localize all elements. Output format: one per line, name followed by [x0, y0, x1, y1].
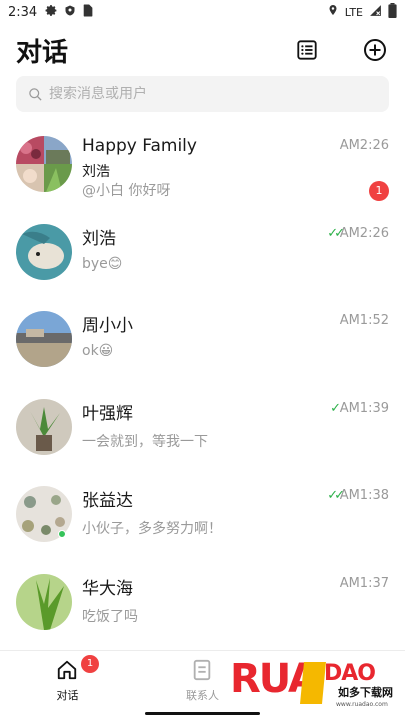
avatar: [16, 573, 72, 630]
chat-time: AM2:26: [339, 225, 389, 241]
page-header: 对话: [0, 28, 405, 72]
chat-name: 叶强辉: [82, 403, 133, 424]
chat-item-huadahai[interactable]: 华大海 吃饭了吗 AM1:37: [0, 560, 405, 648]
search-input[interactable]: [49, 86, 349, 102]
avatar: [16, 223, 72, 280]
contacts-list-button[interactable]: [293, 36, 321, 64]
group-avatar: [16, 136, 72, 192]
svg-text:DAO: DAO: [324, 661, 375, 686]
chat-time: AM2:26: [339, 138, 389, 153]
chat-last-message: 吃饭了吗: [82, 608, 138, 625]
location-icon: [327, 3, 339, 21]
avatar: [16, 398, 72, 455]
tab-label: 对话: [56, 689, 79, 702]
status-time: 2:34: [8, 4, 38, 20]
chat-time: AM1:39: [339, 400, 389, 416]
tab-conversations[interactable]: 1 对话: [0, 651, 135, 706]
search-icon: [29, 87, 42, 101]
chat-time: AM1:38: [339, 488, 389, 503]
chat-item-zhouxiaoxiao[interactable]: 周小小 ok😀 AM1:52: [0, 297, 405, 385]
home-indicator[interactable]: [145, 712, 260, 715]
chat-name: 周小小: [82, 316, 133, 336]
chat-time: AM1:52: [339, 313, 389, 328]
chat-name: 刘浩: [82, 228, 116, 249]
watermark-logo: RUA DAO 如多下载网 www.ruadao.com: [226, 650, 402, 710]
chat-item-liuhao[interactable]: 刘浩 bye😊 ✓✓ AM2:26: [0, 210, 405, 298]
chat-item-happy-family[interactable]: Happy Family 刘浩 @小白 你好呀 AM2:26 1: [0, 122, 405, 210]
chat-last-message: 一会就到，等我一下: [82, 433, 208, 450]
chat-item-zhangyida[interactable]: 张益达 小伙子，多多努力啊！ ✓✓ AM1:38: [0, 472, 405, 560]
chat-name: 张益达: [82, 491, 133, 511]
search-bar[interactable]: [16, 76, 389, 112]
network-label: LTE: [344, 5, 363, 19]
chat-last-message: @小白 你好呀: [82, 183, 171, 199]
contacts-icon: [193, 659, 211, 681]
plus-circle-icon: [364, 39, 386, 61]
tab-unread-badge: 1: [81, 655, 99, 673]
home-icon: [57, 660, 77, 680]
add-button[interactable]: [361, 36, 389, 64]
online-status-dot: [58, 530, 66, 538]
settings-gear-icon: [45, 4, 58, 21]
status-bar: 2:34 LTE: [0, 0, 405, 24]
chat-name: 华大海: [82, 578, 133, 599]
chat-item-yeqianghui[interactable]: 叶强辉 一会就到，等我一下 ✓ AM1:39: [0, 385, 405, 473]
chat-last-message: 小伙子，多多努力啊！: [82, 521, 222, 537]
page-title: 对话: [16, 37, 69, 68]
system-nav-area: [0, 706, 405, 720]
svg-text:如多下载网: 如多下载网: [338, 685, 393, 699]
avatar: [16, 311, 72, 367]
chat-last-message: ok😀: [82, 343, 114, 359]
chat-last-message: bye😊: [82, 255, 123, 272]
list-icon: [297, 40, 317, 60]
chat-sender: 刘浩: [82, 164, 110, 180]
chat-time: AM1:37: [339, 575, 389, 591]
unread-badge: 1: [369, 181, 389, 201]
shield-icon: [64, 4, 76, 21]
signal-icon: [369, 4, 382, 21]
battery-icon: [388, 2, 397, 22]
chat-list: Happy Family 刘浩 @小白 你好呀 AM2:26 1 刘浩 bye😊…: [0, 122, 405, 647]
chat-name: Happy Family: [82, 136, 197, 156]
sim-card-icon: [82, 4, 93, 21]
